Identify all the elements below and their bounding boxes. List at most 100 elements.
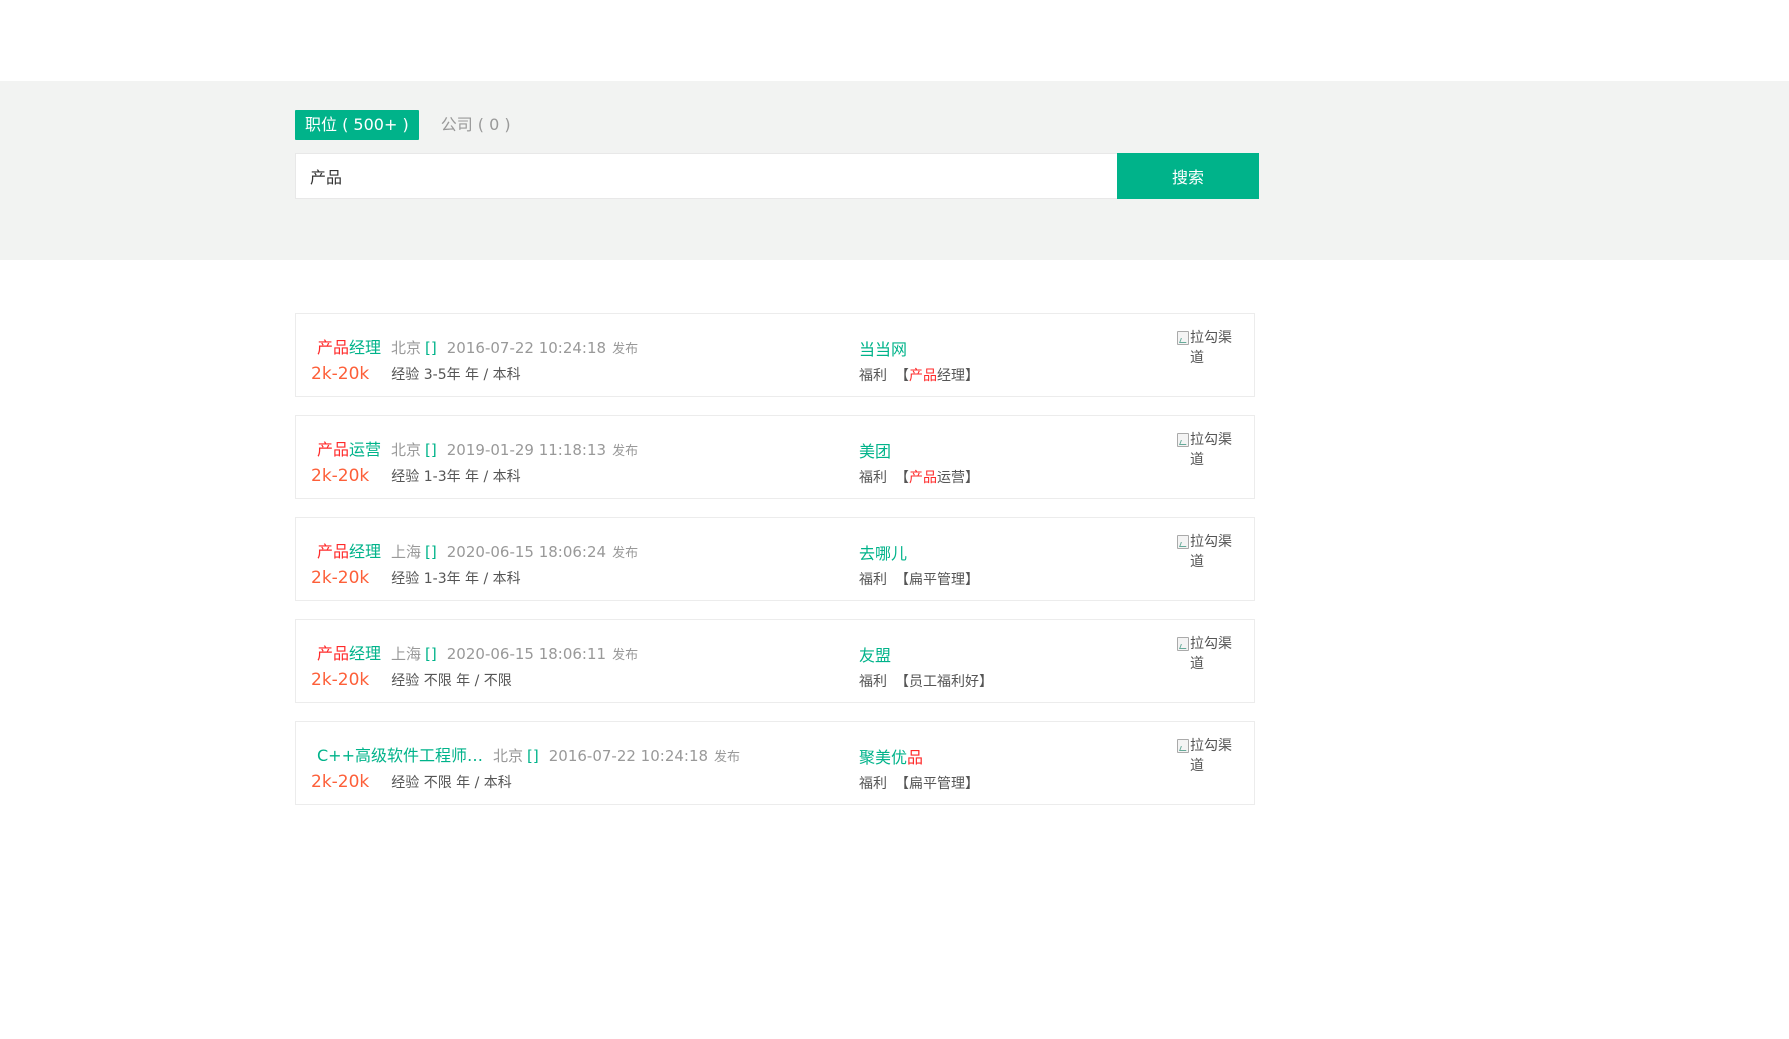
job-title-line: 产品经理 北京 [] 2016-07-22 10:24:18 发布: [317, 334, 638, 358]
job-district: []: [527, 747, 539, 765]
job-title-highlight: 产品: [317, 644, 350, 663]
company-name-link[interactable]: 去哪儿: [859, 540, 907, 564]
job-list: 产品经理 北京 [] 2016-07-22 10:24:18 发布 2k-20k…: [295, 313, 1255, 823]
job-title-link[interactable]: 产品经理: [317, 640, 381, 664]
company-name-text: 美团: [859, 442, 892, 461]
tab-positions[interactable]: 职位 ( 500+ ): [295, 110, 419, 140]
job-title-highlight: 产品: [317, 338, 350, 357]
company-name-highlight: 品: [907, 748, 924, 767]
job-item: 产品经理 上海 [] 2020-06-15 18:06:24 发布 2k-20k…: [295, 517, 1255, 601]
job-title-link[interactable]: 产品运营: [317, 436, 381, 460]
job-title-rest: 运营: [349, 440, 382, 459]
company-name-text: 当当网: [859, 340, 908, 359]
job-title-highlight: 产品: [317, 542, 350, 561]
job-city: 北京: [391, 441, 422, 459]
job-title-rest: 经理: [349, 338, 382, 357]
job-salary: 2k-20k: [311, 364, 370, 384]
welfare-text: 运营】: [937, 470, 979, 486]
job-salary: 2k-20k: [311, 772, 370, 792]
job-requirement: 经验 不限 年 / 不限: [391, 673, 512, 689]
job-salary: 2k-20k: [311, 466, 370, 486]
job-publish-label: 发布: [714, 750, 741, 765]
company-logo-broken[interactable]: 拉勾渠道: [1177, 532, 1241, 572]
job-requirement: 经验 1-3年 年 / 本科: [391, 469, 521, 485]
company-logo-alt-text: 拉勾渠道: [1190, 534, 1232, 570]
company-name-text: 聚美优: [859, 748, 908, 767]
job-meta-line: 2k-20k 经验 不限 年 / 不限: [311, 670, 512, 690]
job-title-highlight: 产品: [317, 440, 350, 459]
job-requirement: 经验 不限 年 / 本科: [391, 775, 512, 791]
job-title-line: 产品经理 上海 [] 2020-06-15 18:06:11 发布: [317, 640, 638, 664]
job-city: 上海: [391, 645, 422, 663]
company-name-text: 去哪儿: [859, 544, 908, 563]
job-city: 北京: [493, 747, 524, 765]
job-publish-label: 发布: [612, 546, 639, 561]
welfare-open: 【: [895, 674, 909, 690]
company-logo-alt-text: 拉勾渠道: [1190, 636, 1232, 672]
job-district: []: [425, 645, 437, 663]
company-name-text: 友盟: [859, 646, 892, 665]
welfare-highlight: 产品: [909, 368, 937, 384]
job-meta-line: 2k-20k 经验 不限 年 / 本科: [311, 772, 512, 792]
job-title-line: 产品运营 北京 [] 2019-01-29 11:18:13 发布: [317, 436, 638, 460]
company-logo-broken[interactable]: 拉勾渠道: [1177, 328, 1241, 368]
welfare-label: 福利: [859, 674, 887, 690]
job-title-line: 产品经理 上海 [] 2020-06-15 18:06:24 发布: [317, 538, 638, 562]
job-district: []: [425, 339, 437, 357]
job-meta-line: 2k-20k 经验 3-5年 年 / 本科: [311, 364, 521, 384]
broken-image-icon: [1177, 331, 1189, 345]
welfare-text: 经理】: [937, 368, 979, 384]
job-title-line: C++高级软件工程师… 北京 [] 2016-07-22 10:24:18 发布: [317, 742, 740, 766]
job-district: []: [425, 441, 437, 459]
company-logo-broken[interactable]: 拉勾渠道: [1177, 736, 1241, 776]
search-button[interactable]: 搜索: [1117, 153, 1259, 199]
job-title-rest: C++高级软件工程师…: [317, 746, 483, 765]
job-publish-label: 发布: [612, 648, 639, 663]
job-publish-label: 发布: [612, 444, 639, 459]
welfare-open: 【: [895, 572, 909, 588]
job-time: 2016-07-22 10:24:18: [548, 747, 709, 765]
job-title-rest: 经理: [349, 542, 382, 561]
job-requirement: 经验 1-3年 年 / 本科: [391, 571, 521, 587]
company-name-link[interactable]: 聚美优品: [859, 744, 923, 768]
broken-image-icon: [1177, 433, 1189, 447]
company-name-link[interactable]: 美团: [859, 438, 891, 462]
job-publish-label: 发布: [612, 342, 639, 357]
job-salary: 2k-20k: [311, 568, 370, 588]
job-item: 产品经理 上海 [] 2020-06-15 18:06:11 发布 2k-20k…: [295, 619, 1255, 703]
company-logo-alt-text: 拉勾渠道: [1190, 432, 1232, 468]
job-city: 北京: [391, 339, 422, 357]
company-logo-broken[interactable]: 拉勾渠道: [1177, 430, 1241, 470]
search-input[interactable]: [296, 154, 1117, 198]
welfare-highlight: 产品: [909, 470, 937, 486]
welfare-text: 扁平管理】: [909, 776, 979, 792]
welfare-text: 员工福利好】: [909, 674, 993, 690]
broken-image-icon: [1177, 535, 1189, 549]
search-box: 搜索: [295, 153, 1259, 199]
job-salary: 2k-20k: [311, 670, 370, 690]
job-item: C++高级软件工程师… 北京 [] 2016-07-22 10:24:18 发布…: [295, 721, 1255, 805]
job-title-link[interactable]: C++高级软件工程师…: [317, 742, 483, 766]
job-time: 2019-01-29 11:18:13: [446, 441, 607, 459]
job-meta-line: 2k-20k 经验 1-3年 年 / 本科: [311, 466, 521, 486]
job-time: 2020-06-15 18:06:24: [446, 543, 607, 561]
company-logo-broken[interactable]: 拉勾渠道: [1177, 634, 1241, 674]
broken-image-icon: [1177, 739, 1189, 753]
welfare-open: 【: [895, 776, 909, 792]
company-welfare: 福利 【扁平管理】: [859, 569, 979, 589]
welfare-open: 【: [895, 368, 909, 384]
job-title-link[interactable]: 产品经理: [317, 538, 381, 562]
job-district: []: [425, 543, 437, 561]
welfare-open: 【: [895, 470, 909, 486]
search-tabs: 职位 ( 500+ ) 公司 ( 0 ): [295, 110, 521, 140]
job-title-link[interactable]: 产品经理: [317, 334, 381, 358]
company-logo-alt-text: 拉勾渠道: [1190, 738, 1232, 774]
company-welfare: 福利 【产品经理】: [859, 365, 979, 385]
company-name-link[interactable]: 友盟: [859, 642, 891, 666]
welfare-label: 福利: [859, 572, 887, 588]
company-welfare: 福利 【员工福利好】: [859, 671, 993, 691]
tab-companies[interactable]: 公司 ( 0 ): [431, 110, 521, 140]
company-name-link[interactable]: 当当网: [859, 336, 907, 360]
job-meta-line: 2k-20k 经验 1-3年 年 / 本科: [311, 568, 521, 588]
job-city: 上海: [391, 543, 422, 561]
